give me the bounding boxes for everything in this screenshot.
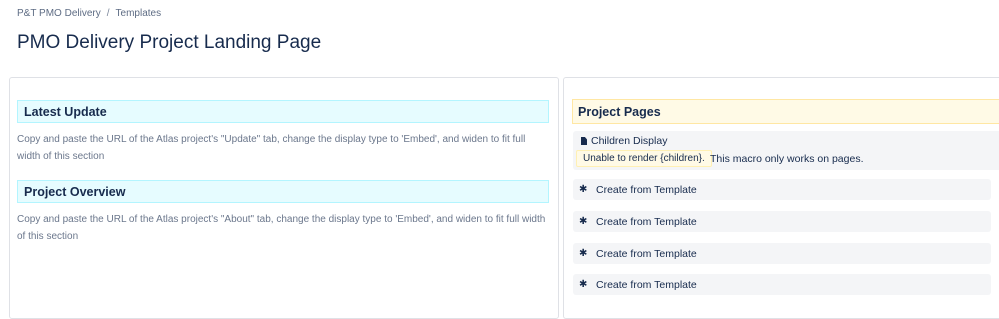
- puzzle-icon: ✱: [579, 279, 588, 290]
- macro-title: Children Display: [581, 135, 667, 147]
- create-from-template-button[interactable]: ✱ Create from Template: [573, 179, 991, 200]
- template-button-label: Create from Template: [596, 247, 697, 260]
- create-from-template-button[interactable]: ✱ Create from Template: [573, 243, 991, 264]
- breadcrumb-space-link[interactable]: P&T PMO Delivery: [17, 8, 101, 19]
- template-button-label: Create from Template: [596, 215, 697, 228]
- puzzle-icon: ✱: [579, 216, 588, 227]
- create-from-template-button[interactable]: ✱ Create from Template: [573, 211, 991, 232]
- macro-error-message: Unable to render {children}.: [576, 150, 712, 167]
- latest-update-heading: Latest Update: [17, 100, 549, 123]
- latest-update-instructions: Copy and paste the URL of the Atlas proj…: [17, 134, 526, 162]
- macro-title-label: Children Display: [591, 135, 668, 147]
- left-column-panel: Latest Update Copy and paste the URL of …: [9, 77, 559, 319]
- page-title: PMO Delivery Project Landing Page: [17, 32, 322, 53]
- project-overview-instructions: Copy and paste the URL of the Atlas proj…: [17, 214, 546, 242]
- create-from-template-button[interactable]: ✱ Create from Template: [573, 274, 991, 295]
- breadcrumb-separator: /: [106, 8, 110, 19]
- macro-note: This macro only works on pages.: [710, 153, 864, 165]
- breadcrumb: P&T PMO Delivery / Templates: [17, 8, 161, 19]
- template-button-label: Create from Template: [596, 183, 697, 196]
- breadcrumb-templates-link[interactable]: Templates: [116, 8, 162, 19]
- template-button-label: Create from Template: [596, 278, 697, 291]
- project-overview-heading: Project Overview: [17, 180, 549, 203]
- right-column-panel: Project Pages Children Display Unable to…: [563, 77, 999, 319]
- puzzle-icon: ✱: [579, 184, 588, 195]
- document-icon: [581, 137, 587, 145]
- puzzle-icon: ✱: [579, 248, 588, 259]
- project-pages-heading: Project Pages: [572, 99, 999, 124]
